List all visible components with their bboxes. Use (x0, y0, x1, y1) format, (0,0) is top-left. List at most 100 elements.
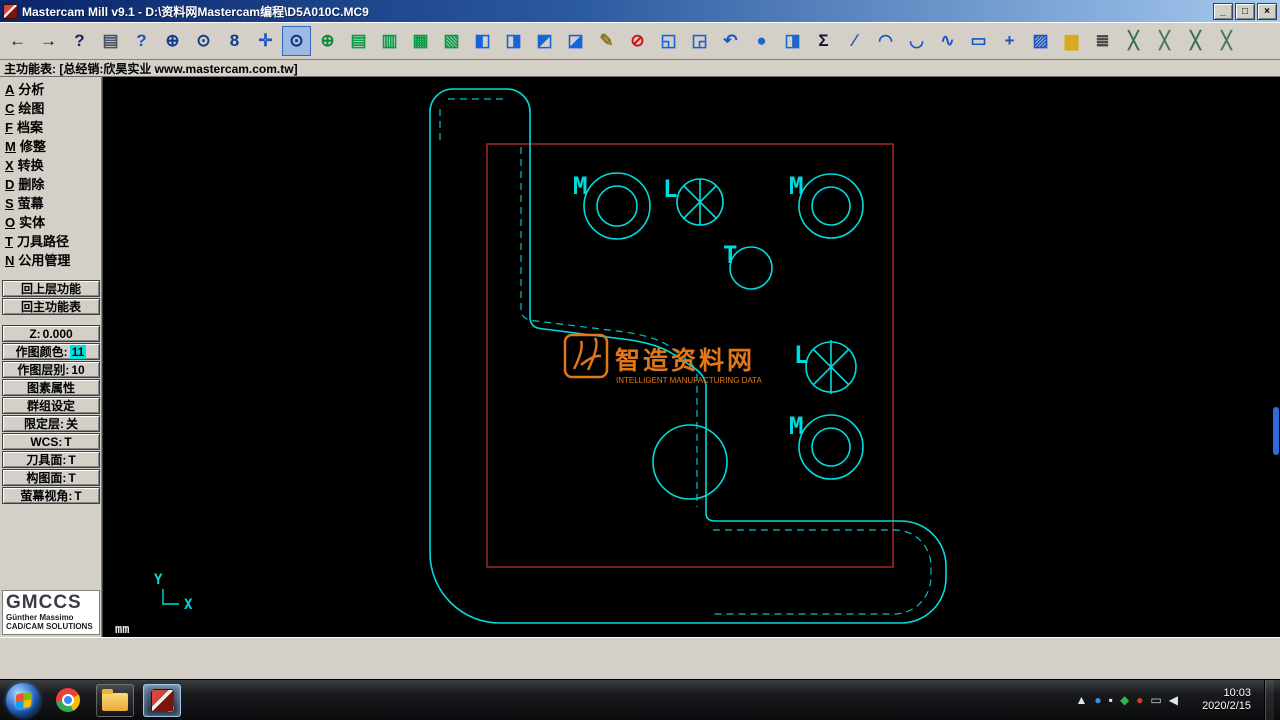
volume-tray-icon[interactable]: ◀ (1169, 694, 1178, 706)
hole-m2[interactable] (798, 173, 864, 239)
graphics-view-button[interactable]: 萤幕视角: T (2, 487, 100, 504)
minimize-button[interactable]: _ (1213, 2, 1233, 20)
create-arc-button[interactable]: ◠ (871, 26, 900, 56)
hole-l1[interactable] (676, 178, 724, 226)
menu-item-delete[interactable]: D 删除 (0, 175, 102, 194)
layers-button[interactable]: ≣ (1088, 26, 1117, 56)
screen-paste-button[interactable]: ◲ (685, 26, 714, 56)
gview-isometric-button[interactable]: ▧ (437, 26, 466, 56)
security-shield-tray-icon[interactable]: ◆ (1120, 694, 1129, 706)
wcs-button[interactable]: WCS: T (2, 433, 100, 450)
gview-front-button[interactable]: ▥ (375, 26, 404, 56)
trim-two-entity-button[interactable]: ╳ (1150, 26, 1179, 56)
menu-item-analyze[interactable]: A 分析 (0, 80, 102, 99)
menu-item-modify[interactable]: M 修整 (0, 137, 102, 156)
gview-side-button[interactable]: ▦ (406, 26, 435, 56)
hole-label-l2[interactable]: L (794, 341, 808, 369)
drawing-canvas[interactable]: M L M T L M 智造资料网 INTELLIGENT MANUFACTUR… (103, 77, 1280, 637)
show-desktop-button[interactable] (1264, 679, 1274, 720)
maximize-button[interactable]: □ (1235, 2, 1255, 20)
backup-menu-button[interactable]: 回上层功能 (2, 280, 100, 297)
delete-button[interactable]: ⊘ (623, 26, 652, 56)
zoom-window-button[interactable]: ⊙ (189, 26, 218, 56)
z-depth-button[interactable]: Z: 0.000 (2, 325, 100, 342)
hole-label-l1[interactable]: L (663, 175, 677, 203)
back-arrow-button[interactable]: ← (3, 26, 32, 56)
attributes-button[interactable]: 图素属性 (2, 379, 100, 396)
draw-color-button[interactable]: 作图颜色: 11 (2, 343, 100, 360)
create-rectangle-button[interactable]: ▭ (964, 26, 993, 56)
alert-tray-icon[interactable]: ● (1136, 694, 1143, 706)
clock-date: 2020/2/15 (1202, 700, 1251, 712)
hole-m1[interactable] (583, 172, 651, 240)
menu-item-utilities[interactable]: N 公用管理 (0, 251, 102, 270)
chrome-icon (56, 688, 80, 712)
hole-label-m1[interactable]: M (573, 172, 587, 200)
app-blue-tray-icon[interactable]: ● (1094, 694, 1101, 706)
tool-plane-button[interactable]: 刀具面: T (2, 451, 100, 468)
menu-item-file[interactable]: F 档案 (0, 118, 102, 137)
create-point-button[interactable]: + (995, 26, 1024, 56)
gview-top-button[interactable]: ▤ (344, 26, 373, 56)
cplane-3d-button[interactable]: ◪ (561, 26, 590, 56)
cplane-top-button[interactable]: ◧ (468, 26, 497, 56)
xform-hatch-button[interactable]: ▨ (1026, 26, 1055, 56)
menu-item-xform[interactable]: X 转换 (0, 156, 102, 175)
trim-three-entity-button[interactable]: ╳ (1181, 26, 1210, 56)
taskbar-mastercam-button[interactable] (143, 683, 181, 717)
create-fillet-button[interactable]: ◡ (902, 26, 931, 56)
trim-divide-button[interactable]: ╳ (1212, 26, 1241, 56)
hole-label-t1[interactable]: T (723, 241, 737, 269)
zoom-button[interactable]: ⊕ (158, 26, 187, 56)
screen-copy-button[interactable]: ◱ (654, 26, 683, 56)
menu-item-solids[interactable]: O 实体 (0, 213, 102, 232)
menu-item-create[interactable]: C 绘图 (0, 99, 102, 118)
viewport-button[interactable]: ◨ (778, 26, 807, 56)
menu-item-screen[interactable]: S 萤幕 (0, 194, 102, 213)
axis-indicator: Y X (154, 572, 193, 613)
input-indicator-tray-icon[interactable]: ▪ (1109, 694, 1113, 706)
unit-label: mm (115, 622, 129, 636)
display-tray-icon[interactable]: ▭ (1150, 694, 1161, 706)
cplane-front-button[interactable]: ◨ (499, 26, 528, 56)
groups-button[interactable]: 群组设定 (2, 397, 100, 414)
taskbar-chrome-button[interactable] (49, 684, 87, 717)
dynamic-zoom-button[interactable]: ⊙ (282, 25, 311, 56)
start-button[interactable] (6, 683, 40, 717)
hole-m3[interactable] (798, 414, 864, 480)
help-button[interactable]: ? (65, 26, 94, 56)
canvas-scrollbar-thumb[interactable] (1273, 407, 1279, 455)
pan-button[interactable]: ✛ (251, 26, 280, 56)
draw-level-button[interactable]: 作图层别: 10 (2, 361, 100, 378)
cplane-side-button[interactable]: ◩ (530, 26, 559, 56)
gmccs-logo: GMCCS Günther Massimo CAD/CAM SOLUTIONS (2, 590, 100, 635)
system-tray: ▲ ● ▪ ◆ ● ▭ ◀ 10:03 2020/2/15 (1076, 679, 1280, 720)
construction-plane-button[interactable]: 构图面: T (2, 469, 100, 486)
forward-arrow-button[interactable]: → (34, 26, 63, 56)
cad-drawing: M L M T L M 智造资料网 INTELLIGENT MANUFACTUR… (115, 88, 947, 636)
shading-sphere-button[interactable]: ● (747, 26, 776, 56)
hole-label-m3[interactable]: M (789, 412, 803, 440)
hole-label-m2[interactable]: M (789, 172, 803, 200)
cursor-help-button[interactable]: ? (127, 26, 156, 56)
hole-plain-large[interactable] (652, 424, 728, 500)
create-spline-button[interactable]: ∿ (933, 26, 962, 56)
unzoom-08-button[interactable]: 8 (220, 26, 249, 56)
analyze-sigma-button[interactable]: Σ (809, 26, 838, 56)
hole-l2[interactable] (805, 340, 857, 394)
hidden-icons-tray-icon[interactable]: ▲ (1076, 694, 1088, 706)
zoom-target-button[interactable]: ⊕ (313, 26, 342, 56)
title-bar[interactable]: Mastercam Mill v9.1 - D:\资料网Mastercam编程\… (0, 0, 1280, 22)
mask-level-button[interactable]: 限定层: 关 (2, 415, 100, 432)
main-menu-button[interactable]: 回主功能表 (2, 298, 100, 315)
notepad-button[interactable]: ▤ (96, 26, 125, 56)
attributes-pencil-button[interactable]: ✎ (592, 26, 621, 56)
menu-item-toolpaths[interactable]: T 刀具路径 (0, 232, 102, 251)
taskbar-explorer-button[interactable] (96, 683, 134, 717)
trim-one-entity-button[interactable]: ╳ (1119, 26, 1148, 56)
create-line-button[interactable]: ∕ (840, 26, 869, 56)
taskbar-clock[interactable]: 10:03 2020/2/15 (1191, 687, 1251, 713)
close-button[interactable]: × (1257, 2, 1277, 20)
file-folder-button[interactable]: ▆ (1057, 26, 1086, 56)
undo-button[interactable]: ↶ (716, 26, 745, 56)
